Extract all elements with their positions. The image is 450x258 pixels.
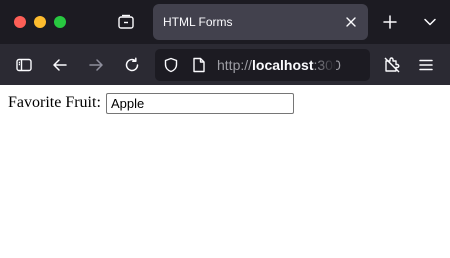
- tab-title: HTML Forms: [163, 15, 233, 29]
- new-tab-icon[interactable]: [378, 10, 402, 34]
- window-close-button[interactable]: [14, 16, 26, 28]
- menu-icon[interactable]: [414, 53, 438, 77]
- page-content: Favorite Fruit: Apple: [0, 85, 450, 258]
- forward-icon[interactable]: [84, 53, 108, 77]
- shield-icon[interactable]: [161, 55, 181, 75]
- reload-icon[interactable]: [120, 53, 144, 77]
- window-minimize-button[interactable]: [34, 16, 46, 28]
- extensions-icon[interactable]: [380, 53, 404, 77]
- favorite-fruit-input[interactable]: Apple: [106, 93, 294, 114]
- url-host: localhost: [252, 57, 314, 73]
- url-overflow-fade: [314, 49, 336, 81]
- page-icon[interactable]: [189, 55, 209, 75]
- window-maximize-button[interactable]: [54, 16, 66, 28]
- back-icon[interactable]: [48, 53, 72, 77]
- tab-html-forms[interactable]: HTML Forms: [153, 4, 368, 40]
- url-bar[interactable]: http://localhost:300: [155, 49, 370, 81]
- tab-bar: HTML Forms: [0, 0, 450, 44]
- list-all-tabs-icon[interactable]: [418, 10, 442, 34]
- favorite-fruit-label: Favorite Fruit:: [8, 94, 101, 111]
- tab-close-icon[interactable]: [342, 13, 360, 31]
- sidebar-icon[interactable]: [12, 53, 36, 77]
- url-protocol: http://: [217, 57, 253, 73]
- tab-tray-icon[interactable]: [114, 10, 138, 34]
